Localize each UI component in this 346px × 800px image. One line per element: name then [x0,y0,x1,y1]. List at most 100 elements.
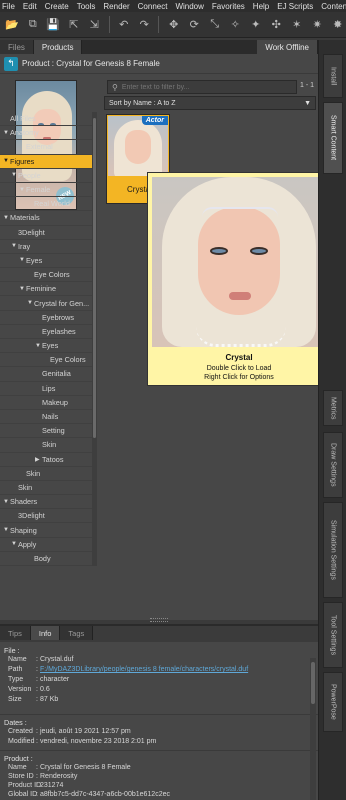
side-tab-draw-settings[interactable]: Draw Settings [323,432,343,498]
import-icon[interactable]: ⇱ [66,16,83,33]
info-content: File : Name: Crystal.duf Path: F:/MyDAZ3DLi… [0,642,318,800]
tree-item[interactable]: ▼ Materials [0,211,92,226]
tree-item[interactable]: ▼ Iray [0,240,92,254]
side-tab-simulation-settings[interactable]: Simulation Settings [323,502,343,598]
tree-item[interactable]: All Files [0,112,92,127]
tree-item[interactable]: Setting [0,424,92,439]
tab-products[interactable]: Products [33,40,83,54]
pose-tool-icon[interactable]: ✦ [247,16,264,33]
tree-scrollbar[interactable] [92,112,97,566]
tree-item[interactable]: Lips [0,382,92,396]
tab-tips[interactable]: Tips [0,626,31,640]
tree-item-label: Iray [18,241,31,251]
tree-item[interactable]: Skin [0,467,92,481]
side-tab-powerpose[interactable]: PowerPose [323,672,343,732]
side-tab-metrics[interactable]: Metrics [323,390,343,426]
menu-item-tools[interactable]: Tools [77,2,96,11]
tree-item-label: Skin [26,468,41,478]
expand-arrow-icon[interactable]: ▼ [3,158,10,164]
tree-item[interactable]: Eyelashes [0,325,92,339]
node-select-icon[interactable]: ✧ [227,16,244,33]
tree-item[interactable]: ▼ Anatomy [0,126,92,141]
panel-splitter[interactable] [150,618,168,622]
tree-item[interactable]: Real World [0,197,92,212]
merge-icon[interactable]: ⧉ [25,16,42,33]
surface-tool-icon[interactable]: ✷ [309,16,326,33]
filter-search-box[interactable]: ⚲ [107,80,297,94]
menu-item-connect[interactable]: Connect [138,2,168,11]
transform-tool-icon[interactable]: ✥ [165,16,182,33]
filter-input[interactable] [121,83,282,91]
tab-files[interactable]: Files [0,40,34,54]
undo-icon[interactable]: ↶ [115,16,132,33]
menu-item-window[interactable]: Window [175,2,203,11]
tree-item[interactable]: Skin [0,438,92,453]
tab-info[interactable]: Info [30,626,61,640]
expand-arrow-icon[interactable]: ▼ [3,527,10,533]
expand-arrow-icon[interactable]: ▼ [27,300,34,306]
menu-item-help[interactable]: Help [253,2,269,11]
tree-item[interactable]: ▶ Tatoos [0,453,92,467]
expand-arrow-icon[interactable]: ▼ [3,215,10,221]
menu-item-content[interactable]: Content [321,2,346,11]
save-icon[interactable]: 💾 [45,16,62,33]
region-tool-icon[interactable]: ✣ [268,16,285,33]
rotate-tool-icon[interactable]: ⟳ [186,16,203,33]
expand-arrow-icon[interactable]: ▼ [11,243,18,249]
expand-arrow-icon[interactable]: ▼ [3,130,10,136]
expand-arrow-icon[interactable]: ▼ [11,541,18,547]
tree-item[interactable]: Nails [0,410,92,425]
expand-arrow-icon[interactable]: ▶ [35,456,42,463]
menu-item-file[interactable]: File [2,2,15,11]
menu-item-edit[interactable]: Edit [23,2,37,11]
tree-item[interactable]: Eye Colors [0,353,92,368]
menu-item-favorites[interactable]: Favorites [212,2,245,11]
export-icon[interactable]: ⇲ [86,16,103,33]
expand-arrow-icon[interactable]: ▼ [3,499,10,505]
tree-item[interactable]: External [0,140,92,155]
expand-arrow-icon[interactable]: ▼ [19,187,26,193]
tree-item[interactable]: 3Delight [0,226,92,240]
tree-item[interactable]: ▼ People [0,169,92,183]
tree-item[interactable]: ▼ Apply [0,538,92,552]
toolbar-divider [108,16,110,33]
side-tab-install[interactable]: Install [323,54,343,98]
tree-item[interactable]: ▼ Eyes [0,339,92,354]
sort-label: Sort by Name : A to Z [109,99,176,107]
expand-arrow-icon[interactable]: ▼ [35,343,42,349]
render-icon[interactable]: ✶ [288,16,305,33]
tree-item[interactable]: ▼ Eyes [0,254,92,269]
info-scrollbar[interactable] [310,658,316,800]
tree-item[interactable]: Makeup [0,396,92,410]
tree-item[interactable]: ▼ Crystal for Gen... [0,296,92,311]
open-folder-icon[interactable]: 📂 [4,16,21,33]
tree-item[interactable]: Skin [0,481,92,496]
tree-item[interactable]: ▼ Female [0,183,92,198]
tree-item[interactable]: Eye Colors [0,268,92,283]
geometry-tool-icon[interactable]: ✸ [329,16,346,33]
side-tab-smart-content[interactable]: Smart Content [323,102,343,174]
sort-dropdown[interactable]: Sort by Name : A to Z ▼ [104,96,316,110]
tree-item[interactable]: ▼ Figures [0,154,92,169]
tree-item[interactable]: ▼ Shaping [0,523,92,538]
tree-item[interactable]: 3Delight [0,509,92,524]
tree-item[interactable]: Genitalia [0,367,92,382]
expand-arrow-icon[interactable]: ▼ [19,257,26,263]
tree-item[interactable]: Eyebrows [0,311,92,325]
path-link[interactable]: F:/MyDAZ3DLibrary/people/genesis 8 femal… [40,666,248,673]
redo-icon[interactable]: ↷ [136,16,153,33]
menu-item-render[interactable]: Render [103,2,129,11]
tree-item[interactable]: Body [0,552,92,566]
side-tab-tool-settings[interactable]: Tool Settings [323,602,343,668]
tab-tags[interactable]: Tags [60,626,94,640]
work-offline-button[interactable]: Work Offline [257,40,318,54]
back-arrow-icon[interactable]: ↰ [4,56,18,71]
tree-item[interactable]: ▼ Feminine [0,282,92,297]
expand-arrow-icon[interactable]: ▼ [11,172,18,178]
menu-item-create[interactable]: Create [45,2,69,11]
menu-item-ej-scripts[interactable]: EJ Scripts [277,2,313,11]
info-value: 0.6 [40,686,50,693]
tree-item[interactable]: ▼ Shaders [0,495,92,510]
expand-arrow-icon[interactable]: ▼ [19,286,26,292]
scale-tool-icon[interactable]: ⤡ [206,16,223,33]
